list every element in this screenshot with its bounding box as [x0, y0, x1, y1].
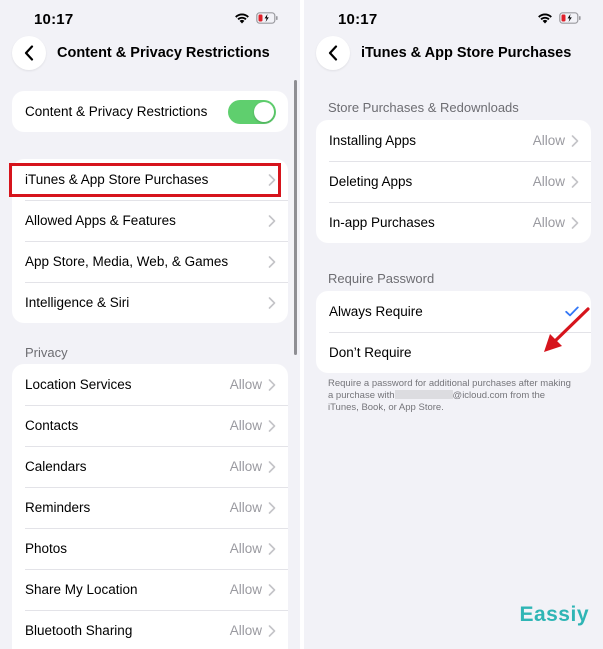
- purchase-item-installing-apps[interactable]: Installing Apps Allow: [316, 120, 591, 161]
- chevron-right-icon: [571, 134, 579, 147]
- status-bar: 10:17: [0, 0, 300, 38]
- highlight-box-annotation: [9, 163, 281, 197]
- battery-low-icon: [559, 12, 581, 24]
- navigation-bar: iTunes & App Store Purchases: [304, 36, 603, 72]
- chevron-right-icon: [268, 501, 276, 514]
- chevron-right-icon: [268, 378, 276, 391]
- wifi-icon: [538, 13, 552, 24]
- privacy-item-contacts[interactable]: Contacts Allow: [12, 405, 288, 446]
- privacy-item-label: Share My Location: [25, 582, 138, 597]
- purchase-item-deleting-apps[interactable]: Deleting Apps Allow: [316, 161, 591, 202]
- chevron-right-icon: [268, 214, 276, 227]
- store-purchases-section-header: Store Purchases & Redownloads: [328, 100, 519, 115]
- back-button[interactable]: [12, 36, 46, 70]
- purchase-item-value: Allow: [532, 133, 565, 148]
- status-icons: [537, 12, 581, 24]
- privacy-item-calendars[interactable]: Calendars Allow: [12, 446, 288, 487]
- page-title: iTunes & App Store Purchases: [361, 45, 572, 61]
- chevron-right-icon: [571, 216, 579, 229]
- purchase-item-value: Allow: [532, 174, 565, 189]
- privacy-item-reminders[interactable]: Reminders Allow: [12, 487, 288, 528]
- battery-low-icon: [256, 12, 278, 24]
- scrollbar[interactable]: [294, 80, 297, 355]
- privacy-item-value: Allow: [229, 541, 262, 556]
- settings-item-app-store-media[interactable]: App Store, Media, Web, & Games: [12, 241, 288, 282]
- watermark-logo: Eassiy: [519, 603, 589, 626]
- require-password-section-header: Require Password: [328, 271, 435, 286]
- settings-item-allowed-apps[interactable]: Allowed Apps & Features: [12, 200, 288, 241]
- privacy-item-value: Allow: [229, 377, 262, 392]
- purchase-item-value: Allow: [532, 215, 565, 230]
- privacy-item-label: Photos: [25, 541, 68, 556]
- privacy-item-label: Calendars: [25, 459, 87, 474]
- redacted-email: [394, 390, 453, 399]
- chevron-right-icon: [268, 460, 276, 473]
- privacy-item-location-services[interactable]: Location Services Allow: [12, 364, 288, 405]
- chevron-right-icon: [571, 175, 579, 188]
- settings-item-label: App Store, Media, Web, & Games: [25, 254, 229, 269]
- wifi-icon: [235, 13, 249, 24]
- status-icons: [234, 12, 278, 24]
- restrictions-toggle-row: Content & Privacy Restrictions: [12, 91, 288, 132]
- privacy-settings-group: Location Services Allow Contacts Allow C…: [12, 364, 288, 649]
- navigation-bar: Content & Privacy Restrictions: [0, 36, 300, 72]
- privacy-item-label: Reminders: [25, 500, 91, 515]
- red-arrow-annotation: [544, 307, 590, 352]
- chevron-right-icon: [268, 542, 276, 555]
- chevron-right-icon: [268, 624, 276, 637]
- settings-item-label: Allowed Apps & Features: [25, 213, 176, 228]
- privacy-item-value: Allow: [229, 500, 262, 515]
- status-time: 10:17: [338, 11, 378, 28]
- chevron-right-icon: [268, 419, 276, 432]
- privacy-item-value: Allow: [229, 582, 262, 597]
- privacy-item-label: Bluetooth Sharing: [25, 623, 133, 638]
- page-title: Content & Privacy Restrictions: [57, 45, 270, 61]
- purchase-item-label: In-app Purchases: [329, 215, 435, 230]
- store-purchases-group: Installing Apps Allow Deleting Apps Allo…: [316, 120, 591, 243]
- left-screen: 10:17 Content & Privacy Restrictions Con…: [0, 0, 300, 649]
- purchase-item-label: Installing Apps: [329, 133, 417, 148]
- privacy-section-header: Privacy: [25, 345, 68, 360]
- chevron-right-icon: [268, 255, 276, 268]
- chevron-right-icon: [268, 296, 276, 309]
- privacy-item-bluetooth-sharing[interactable]: Bluetooth Sharing Allow: [12, 610, 288, 649]
- privacy-item-value: Allow: [229, 623, 262, 638]
- settings-item-label: Intelligence & Siri: [25, 295, 130, 310]
- restrictions-toggle-label: Content & Privacy Restrictions: [25, 104, 208, 119]
- purchase-item-label: Deleting Apps: [329, 174, 413, 189]
- privacy-item-label: Location Services: [25, 377, 132, 392]
- privacy-item-photos[interactable]: Photos Allow: [12, 528, 288, 569]
- privacy-item-share-my-location[interactable]: Share My Location Allow: [12, 569, 288, 610]
- privacy-item-value: Allow: [229, 459, 262, 474]
- chevron-right-icon: [268, 583, 276, 596]
- back-chevron-icon: [24, 45, 34, 61]
- back-chevron-icon: [328, 45, 338, 61]
- privacy-item-value: Allow: [229, 418, 262, 433]
- back-button[interactable]: [316, 36, 350, 70]
- status-time: 10:17: [34, 11, 74, 28]
- password-footer-note: Require a password for additional purcha…: [328, 378, 578, 414]
- password-option-label: Always Require: [329, 304, 423, 319]
- restrictions-toggle-group: Content & Privacy Restrictions: [12, 91, 288, 132]
- privacy-item-label: Contacts: [25, 418, 79, 433]
- settings-item-intelligence-siri[interactable]: Intelligence & Siri: [12, 282, 288, 323]
- restrictions-toggle-switch[interactable]: [228, 99, 276, 124]
- purchase-item-in-app-purchases[interactable]: In-app Purchases Allow: [316, 202, 591, 243]
- status-bar: 10:17: [304, 0, 603, 38]
